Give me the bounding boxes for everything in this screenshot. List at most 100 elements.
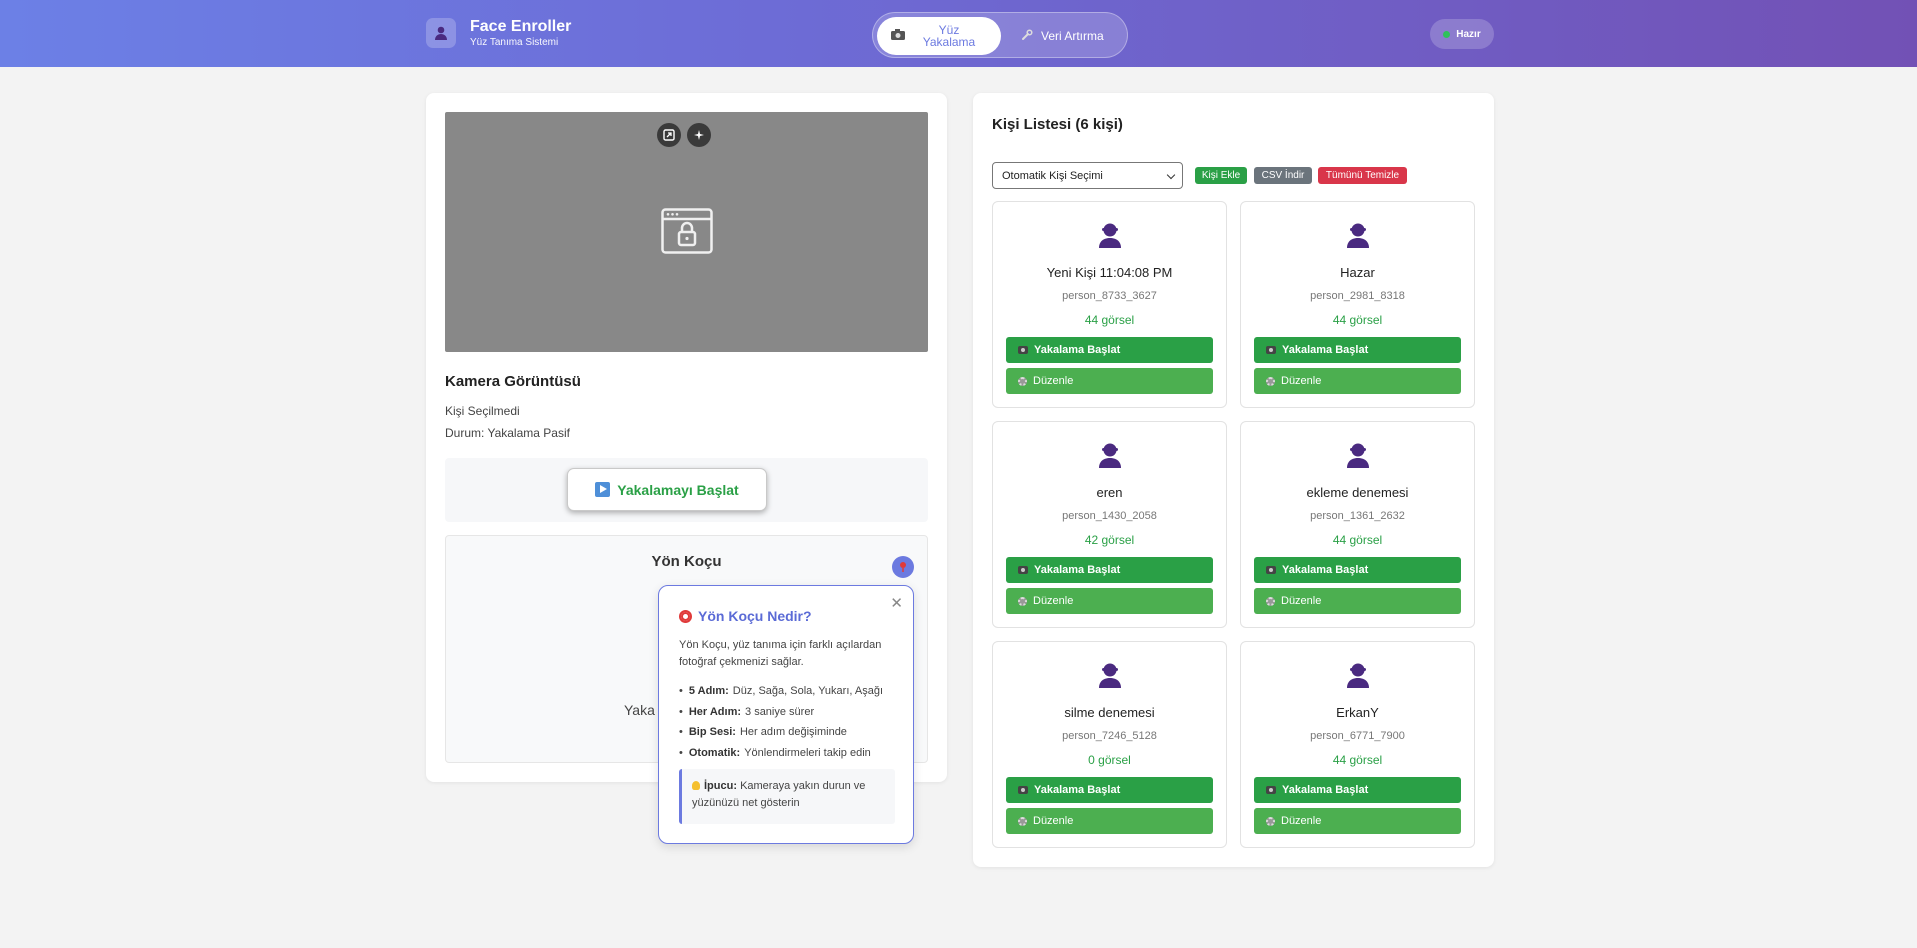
gear-icon (1018, 596, 1027, 606)
camera-icon (1018, 786, 1028, 794)
camera-icon (1018, 346, 1028, 354)
popover-tip: İpucu: Kameraya yakın durun ve yüzünüzü … (679, 769, 895, 824)
edit-button[interactable]: Düzenle (1254, 368, 1461, 394)
target-icon (679, 609, 692, 623)
play-icon (595, 482, 611, 497)
gear-icon (1266, 816, 1275, 826)
gear-icon (1266, 596, 1275, 606)
person-card: ekleme denemesi person_1361_2632 44 görs… (1240, 421, 1475, 628)
camera-title: Kamera Görüntüsü (445, 373, 581, 390)
tip-label: İpucu: (704, 780, 737, 792)
wrench-icon (1021, 28, 1033, 44)
gear-icon (1018, 376, 1027, 386)
person-card: ErkanY person_6771_7900 44 görsel Yakala… (1240, 641, 1475, 848)
button-label: Yakalama Başlat (1282, 564, 1369, 576)
edit-button[interactable]: Düzenle (1006, 808, 1213, 834)
picture-in-picture-button[interactable] (657, 123, 681, 147)
image-count: 44 görsel (1332, 313, 1383, 327)
user-icon (426, 18, 456, 48)
button-label: Yakalama Başlat (1282, 344, 1369, 356)
person-id: person_1430_2058 (1062, 510, 1157, 522)
app-subtitle: Yüz Tanıma Sistemi (470, 37, 559, 48)
chevron-down-icon (1166, 170, 1176, 180)
app-header: Face Enroller Yüz Tanıma Sistemi Yüz Yak… (0, 0, 1917, 67)
image-count: 44 görsel (1084, 313, 1135, 327)
person-card: eren person_1430_2058 42 görsel Yakalama… (992, 421, 1227, 628)
picture-in-picture-icon (663, 129, 675, 141)
csv-download-button[interactable]: CSV İndir (1254, 167, 1312, 184)
button-label: Düzenle (1033, 375, 1074, 387)
person-avatar-icon (1346, 662, 1370, 693)
button-label: Yakalama Başlat (1282, 784, 1369, 796)
start-capture-button[interactable]: Yakalama Başlat (1006, 777, 1213, 803)
coach-info-popover: ✕ Yön Koçu Nedir? Yön Koçu, yüz tanıma i… (658, 585, 914, 844)
person-select[interactable]: Otomatik Kişi Seçimi (992, 162, 1183, 189)
capture-status: Durum: Yakalama Pasif (445, 426, 570, 440)
person-avatar-icon (1098, 222, 1122, 253)
person-status: Kişi Seçilmedi (445, 404, 520, 418)
button-label: Düzenle (1033, 815, 1074, 827)
camera-icon (1266, 346, 1276, 354)
edit-button[interactable]: Düzenle (1254, 588, 1461, 614)
coach-title: Yön Koçu (651, 553, 722, 570)
start-capture-button[interactable]: Yakalama Başlat (1254, 337, 1461, 363)
start-capture-button[interactable]: Yakalama Başlat (1254, 777, 1461, 803)
person-id: person_2981_8318 (1310, 290, 1405, 302)
start-capture-button[interactable]: Yakalama Başlat (1006, 337, 1213, 363)
gear-icon (1266, 376, 1275, 386)
sparkle-button[interactable] (687, 123, 711, 147)
list-item: Otomatik:Yönlendirmeleri takip edin (679, 743, 904, 764)
button-label: Düzenle (1281, 595, 1322, 607)
camera-icon (1266, 566, 1276, 574)
popover-title: Yön Koçu Nedir? (679, 608, 812, 624)
coach-status-text: Yaka (624, 702, 655, 718)
person-list-card: Kişi Listesi (6 kişi) Otomatik Kişi Seçi… (973, 93, 1494, 867)
camera-icon (891, 27, 905, 45)
person-avatar-icon (1098, 442, 1122, 473)
button-label: Yakalama Başlat (1034, 564, 1121, 576)
start-capture-button[interactable]: Yakalama Başlat (1254, 557, 1461, 583)
person-id: person_7246_5128 (1062, 730, 1157, 742)
edit-button[interactable]: Düzenle (1006, 588, 1213, 614)
clear-all-button[interactable]: Tümünü Temizle (1318, 167, 1407, 184)
edit-button[interactable]: Düzenle (1006, 368, 1213, 394)
app-title: Face Enroller (470, 18, 572, 35)
start-capture-button[interactable]: Yakalama Başlat (1006, 557, 1213, 583)
popover-description: Yön Koçu, yüz tanıma için farklı açılard… (679, 639, 882, 668)
camera-icon (1266, 786, 1276, 794)
image-count: 42 görsel (1084, 533, 1135, 547)
image-count: 44 görsel (1332, 753, 1383, 767)
camera-view (445, 112, 928, 352)
person-name: eren (1096, 485, 1123, 500)
list-item: 5 Adım:Düz, Sağa, Sola, Yukarı, Aşağı (679, 681, 904, 702)
pin-icon (900, 562, 906, 572)
edit-button[interactable]: Düzenle (1254, 808, 1461, 834)
close-icon[interactable]: ✕ (890, 594, 903, 612)
start-capture-button[interactable]: Yakalamayı Başlat (567, 468, 767, 511)
add-person-button[interactable]: Kişi Ekle (1195, 167, 1247, 184)
person-avatar-icon (1098, 662, 1122, 693)
button-label: Yakalama Başlat (1034, 784, 1121, 796)
list-item: Her Adım:3 saniye sürer (679, 702, 904, 723)
image-count: 44 görsel (1332, 533, 1383, 547)
person-card: Yeni Kişi 11:04:08 PM person_8733_3627 4… (992, 201, 1227, 408)
person-name: Hazar (1340, 265, 1375, 280)
person-id: person_1361_2632 (1310, 510, 1405, 522)
coach-info-button[interactable] (892, 556, 914, 578)
person-card: silme denemesi person_7246_5128 0 görsel… (992, 641, 1227, 848)
person-name: ekleme denemesi (1306, 485, 1409, 500)
status-label: Hazır (1456, 28, 1481, 40)
person-name: Yeni Kişi 11:04:08 PM (1046, 265, 1173, 280)
status-badge: Hazır (1430, 19, 1494, 49)
popover-title-text: Yön Koçu Nedir? (698, 608, 812, 624)
tab-veri-artirma[interactable]: Veri Artırma (1021, 17, 1125, 55)
person-avatar-icon (1346, 442, 1370, 473)
button-label: Yakalama Başlat (1034, 344, 1121, 356)
lightbulb-icon (692, 781, 700, 790)
person-id: person_6771_7900 (1310, 730, 1405, 742)
select-value: Otomatik Kişi Seçimi (1002, 169, 1103, 182)
person-card: Hazar person_2981_8318 44 görsel Yakalam… (1240, 201, 1475, 408)
tab-yuz-yakalama[interactable]: Yüz Yakalama (877, 17, 1001, 55)
tab-label: Yüz Yakalama (922, 23, 976, 49)
person-name: silme denemesi (1064, 705, 1155, 720)
